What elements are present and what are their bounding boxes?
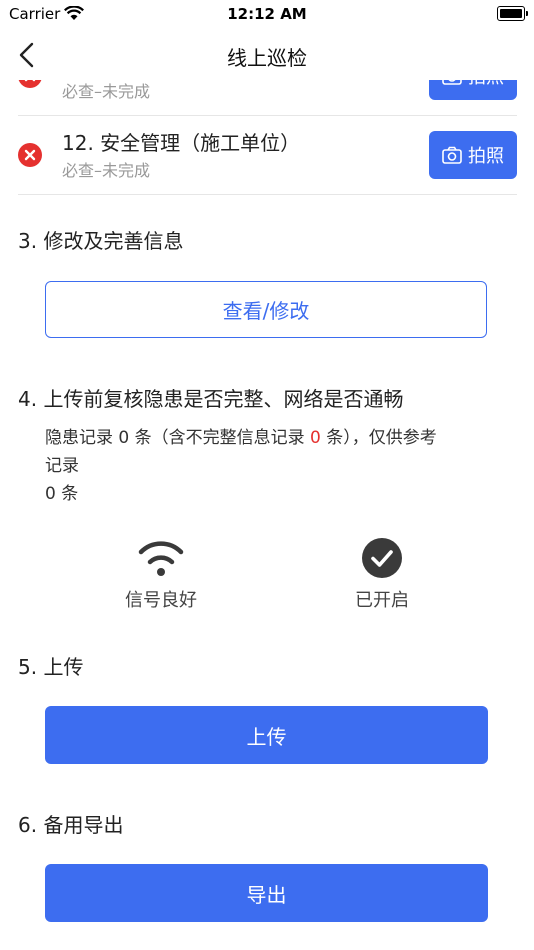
close-circle-icon [18,143,42,167]
photo-button-label: 拍照 [468,80,504,89]
photo-button-label: 拍照 [468,146,504,167]
item-title: 12. 安全管理（施工单位） [62,131,301,155]
export-button[interactable]: 导出 [45,864,488,922]
record-line-1: 隐患记录 0 条（含不完整信息记录 0 条），仅供参考 [45,428,437,448]
section-6-title: 6. 备用导出 [18,813,124,837]
record-line-2: 记录 [45,456,79,476]
view-edit-button[interactable]: 查看/修改 [45,281,487,338]
camera-icon [442,146,462,164]
signal-label: 信号良好 [125,590,197,611]
photo-button[interactable]: 拍照 [429,131,517,179]
navigation-bar: 线上巡检 [0,28,534,80]
check-item-12[interactable]: 12. 安全管理（施工单位） 必查–未完成 拍照 [18,116,517,195]
battery-icon [497,6,528,21]
section-3-title: 3. 修改及完善信息 [18,229,184,253]
wifi-icon [138,541,184,576]
item-status: 必查–未完成 [62,82,151,101]
network-status: 信号良好 [91,538,231,612]
camera-icon [442,80,462,85]
item-status: 必查–未完成 [62,161,151,180]
check-item-11[interactable]: 必查–未完成 拍照 [18,80,517,116]
section-4-title: 4. 上传前复核隐患是否完整、网络是否通畅 [18,387,404,411]
check-circle-icon [362,538,402,578]
record-line-3: 0 条 [45,484,79,504]
page-title: 线上巡检 [227,46,307,70]
close-circle-icon [18,80,42,88]
upload-button[interactable]: 上传 [45,706,488,764]
switch-status: 已开启 [312,538,452,612]
status-bar: Carrier 12:12 AM [0,0,534,28]
photo-button[interactable]: 拍照 [429,80,517,100]
section-5-title: 5. 上传 [18,655,84,679]
hazard-record-summary: 隐患记录 0 条（含不完整信息记录 0 条），仅供参考 记录 0 条 [45,424,515,508]
clock: 12:12 AM [227,5,307,23]
clipped-list-region: 必查–未完成 拍照 [0,80,534,116]
enabled-label: 已开启 [355,590,409,611]
incomplete-count: 0 [310,428,321,448]
